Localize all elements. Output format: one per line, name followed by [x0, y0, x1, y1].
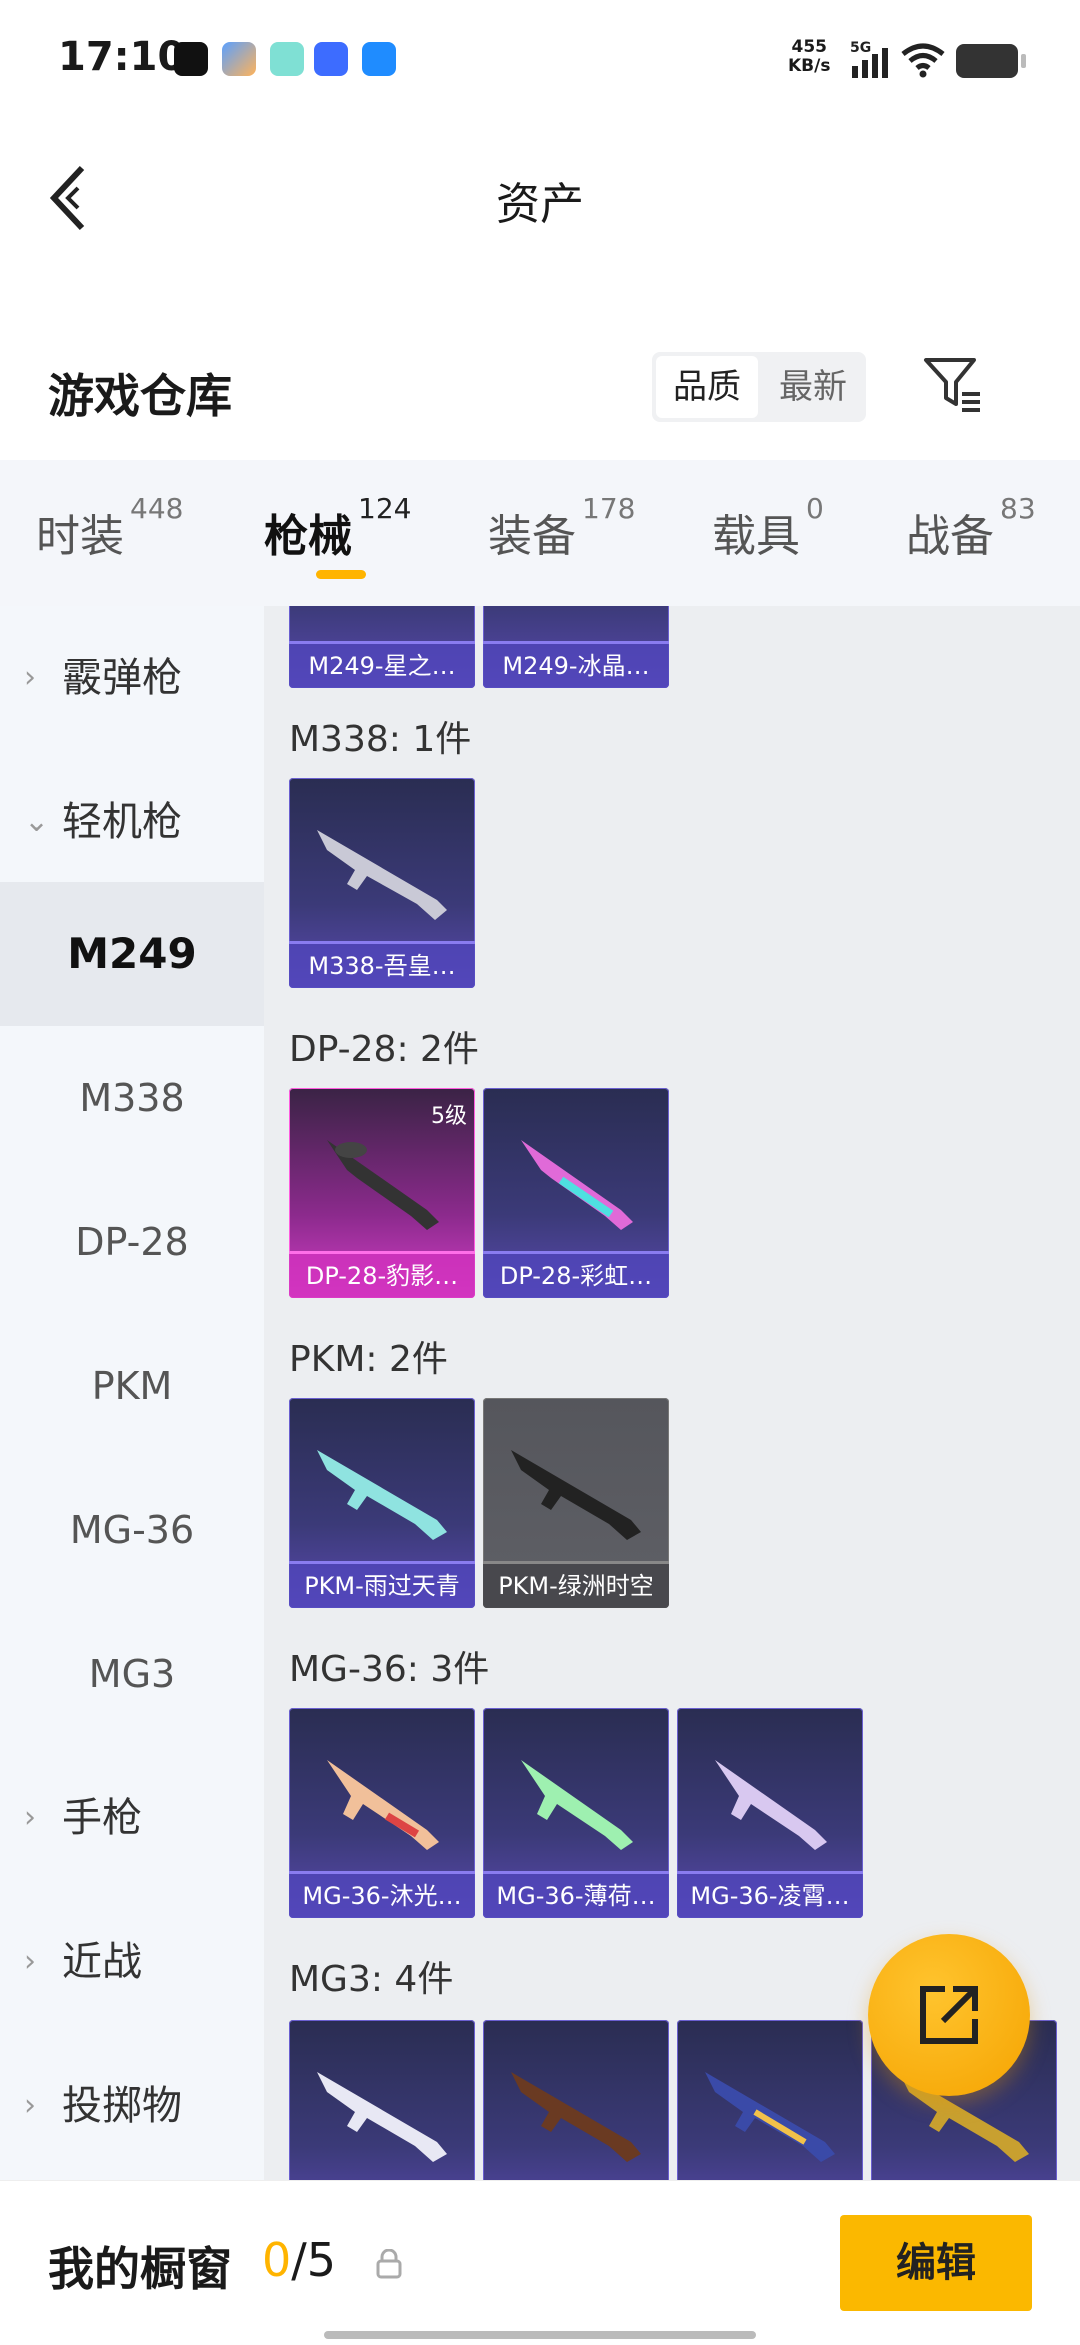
gun-icon	[327, 1760, 439, 1850]
card-label: DP-28-豹影…	[289, 1251, 475, 1298]
showcase-bar: 我的橱窗 0/5 编辑	[0, 2180, 1080, 2345]
showcase-count: 0/5	[262, 2233, 337, 2287]
app-icon	[222, 42, 256, 76]
chevron-right-icon: ›	[24, 1944, 36, 1979]
card-label: MG-36-沐光…	[289, 1871, 475, 1918]
weapon-card[interactable]: 5级 DP-28-豹影…	[289, 1088, 475, 1298]
gun-icon	[521, 1760, 633, 1850]
sidebar-item-mg3[interactable]: MG3	[0, 1602, 264, 1746]
card-label: M249-星之…	[289, 641, 475, 688]
signal-icon: 5G	[850, 40, 888, 78]
card-label: M338-吾皇…	[289, 941, 475, 988]
status-time: 17:10	[58, 34, 186, 80]
gun-icon	[511, 1450, 641, 1540]
card-label: PKM-雨过天青	[289, 1561, 475, 1608]
share-icon	[920, 1986, 978, 2044]
chevron-right-icon: ›	[24, 2088, 36, 2123]
sidebar-item-dp28[interactable]: DP-28	[0, 1170, 264, 1314]
warehouse-title: 游戏仓库	[48, 369, 232, 423]
tab-equipment[interactable]: 装备178	[488, 492, 635, 564]
chevron-down-icon: ⌄	[24, 804, 50, 839]
weapon-card[interactable]: PKM-雨过天青	[289, 1398, 475, 1608]
weapon-card[interactable]: PKM-绿洲时空	[483, 1398, 669, 1608]
sort-quality-button[interactable]: 品质	[656, 356, 758, 418]
weapon-card[interactable]: MG-36-凌霄…	[677, 1708, 863, 1918]
page-title: 资产	[496, 179, 584, 230]
sidebar-item-melee[interactable]: › 近战	[0, 1890, 264, 2034]
section-title-dp28: DP-28: 2件	[289, 1029, 479, 1070]
tab-supplies[interactable]: 战备83	[906, 492, 1036, 564]
status-bar: 17:10 455 KB/s 5G	[0, 0, 1080, 120]
gun-icon	[327, 1140, 439, 1230]
card-label: PKM-绿洲时空	[483, 1561, 669, 1608]
chevron-right-icon: ›	[24, 660, 36, 695]
weapon-card[interactable]	[483, 2020, 669, 2180]
tiktok-icon	[174, 42, 208, 76]
sidebar-item-lmg[interactable]: ⌄ 轻机枪	[0, 750, 264, 894]
gun-icon	[521, 1140, 633, 1230]
card-label: MG-36-薄荷…	[483, 1871, 669, 1918]
sidebar-item-pistol[interactable]: › 手枪	[0, 1746, 264, 1890]
gun-icon	[511, 2072, 641, 2162]
wifi-icon	[901, 43, 945, 78]
browser-icon	[362, 42, 396, 76]
weapon-type-sidebar: › 霰弹枪 ⌄ 轻机枪 M249 M338 DP-28 PKM MG-36 MG3 …	[0, 606, 264, 2180]
sidebar-item-pkm[interactable]: PKM	[0, 1314, 264, 1458]
tab-fashion[interactable]: 时装448	[36, 492, 183, 564]
section-title-mg36: MG-36: 3件	[289, 1649, 490, 1690]
tab-vehicles[interactable]: 载具0	[712, 492, 824, 564]
card-label: M249-冰晶…	[483, 641, 669, 688]
sort-newest-button[interactable]: 最新	[760, 352, 866, 422]
sidebar-item-mg36[interactable]: MG-36	[0, 1458, 264, 1602]
gun-icon	[317, 1450, 447, 1540]
battery-icon	[956, 44, 1026, 78]
card-label: DP-28-彩虹…	[483, 1251, 669, 1298]
lock-icon	[376, 2249, 402, 2279]
share-fab-button[interactable]	[868, 1934, 1030, 2096]
gun-icon	[715, 1760, 827, 1850]
sidebar-item-m338[interactable]: M338	[0, 1026, 264, 1170]
card-label: MG-36-凌霄…	[677, 1871, 863, 1918]
gun-icon	[705, 2072, 835, 2162]
filter-icon[interactable]	[920, 352, 984, 416]
section-title-m338: M338: 1件	[289, 719, 472, 760]
vivo-icon	[314, 42, 348, 76]
active-tab-indicator	[316, 570, 366, 579]
weapon-card[interactable]	[677, 2020, 863, 2180]
weapon-card[interactable]	[289, 2020, 475, 2180]
weapon-card[interactable]: MG-36-薄荷…	[483, 1708, 669, 1918]
sidebar-item-m249[interactable]: M249	[0, 882, 264, 1026]
svg-text:5G: 5G	[850, 40, 871, 56]
home-indicator	[324, 2331, 756, 2339]
gun-icon	[317, 2072, 447, 2162]
category-tabs: 时装448 枪械124 装备178 载具0 战备83	[0, 460, 1080, 606]
sidebar-item-shotgun[interactable]: › 霰弹枪	[0, 606, 264, 750]
net-speed: 455 KB/s	[788, 37, 831, 76]
weapon-card[interactable]: M338-吾皇…	[289, 778, 475, 988]
gun-icon	[317, 830, 447, 920]
sidebar-item-throwable[interactable]: › 投掷物	[0, 2034, 264, 2178]
tab-guns[interactable]: 枪械124	[264, 492, 411, 564]
sort-toggle: 品质 最新	[652, 352, 866, 422]
weapon-card[interactable]: M249-星之…	[289, 606, 475, 688]
showcase-label: 我的橱窗	[48, 2242, 232, 2296]
weapon-card[interactable]: DP-28-彩虹…	[483, 1088, 669, 1298]
edit-button[interactable]: 编辑	[840, 2215, 1032, 2311]
weapon-card[interactable]: M249-冰晶…	[483, 606, 669, 688]
weapon-card[interactable]: MG-36-沐光…	[289, 1708, 475, 1918]
chevron-right-icon: ›	[24, 1800, 36, 1835]
section-title-mg3: MG3: 4件	[289, 1959, 454, 2000]
app-icon	[270, 42, 304, 76]
section-title-pkm: PKM: 2件	[289, 1339, 448, 1380]
